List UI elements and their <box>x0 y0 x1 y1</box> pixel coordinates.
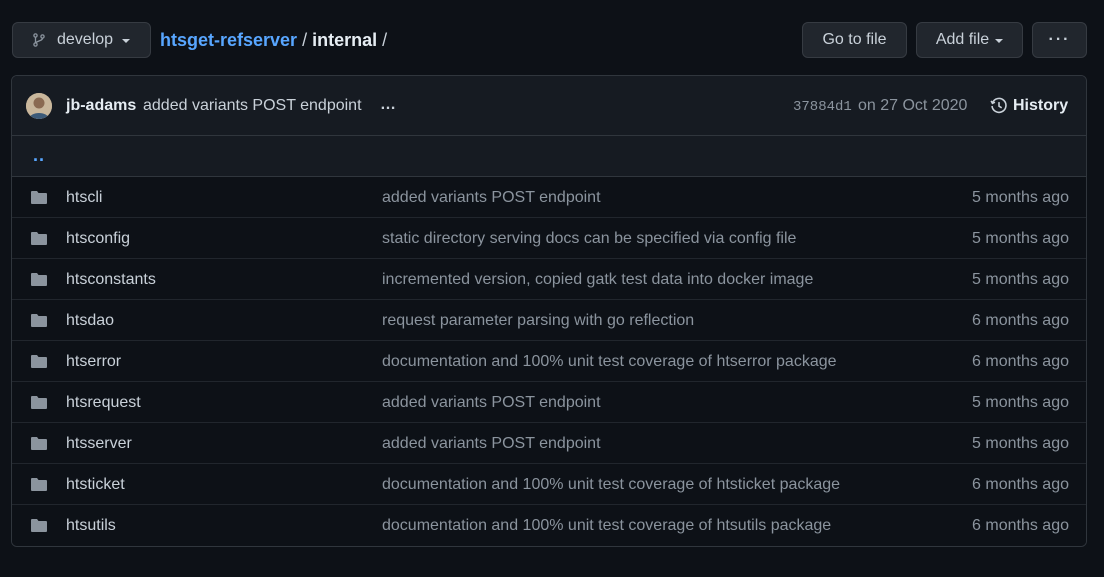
commit-author-link[interactable]: jb-adams <box>66 97 136 115</box>
breadcrumb-current-dir: internal <box>312 29 378 50</box>
file-name-link[interactable]: htsutils <box>66 517 116 535</box>
file-commit-message-link[interactable]: static directory serving docs can be spe… <box>382 230 796 248</box>
file-list: htscli added variants POST endpoint 5 mont… <box>12 177 1086 546</box>
file-commit-message-link[interactable]: request parameter parsing with go reflec… <box>382 312 694 330</box>
add-file-button[interactable]: Add file <box>916 22 1023 58</box>
folder-icon <box>31 519 47 532</box>
file-commit-age: 5 months ago <box>972 435 1069 452</box>
add-file-label: Add file <box>935 31 990 48</box>
file-browser: jb-adams added variants POST endpoint … … <box>11 75 1087 547</box>
file-name-link[interactable]: htsticket <box>66 476 125 494</box>
history-icon <box>990 97 1007 114</box>
commit-date: on 27 Oct 2020 <box>858 97 968 114</box>
more-options-button[interactable]: ··· <box>1032 22 1087 58</box>
folder-icon <box>31 232 47 245</box>
commit-sha-link[interactable]: 37884d1 <box>793 99 852 115</box>
breadcrumb-separator: / <box>302 29 308 50</box>
file-row[interactable]: htsconfig static directory serving docs c… <box>12 218 1086 259</box>
file-commit-message-link[interactable]: added variants POST endpoint <box>382 189 601 207</box>
file-commit-age: 6 months ago <box>972 353 1069 370</box>
avatar[interactable] <box>26 93 52 119</box>
file-commit-age: 6 months ago <box>972 517 1069 534</box>
file-name-link[interactable]: htsconstants <box>66 271 156 289</box>
avatar-image-icon <box>26 93 52 119</box>
git-branch-icon <box>33 33 45 47</box>
file-commit-message-link[interactable]: documentation and 100% unit test coverag… <box>382 517 831 535</box>
kebab-horizontal-icon: ··· <box>1048 31 1071 48</box>
file-commit-message-link[interactable]: documentation and 100% unit test coverag… <box>382 476 840 494</box>
folder-icon <box>31 478 47 491</box>
file-commit-age: 5 months ago <box>972 230 1069 247</box>
file-commit-age: 5 months ago <box>972 394 1069 411</box>
file-commit-message-link[interactable]: added variants POST endpoint <box>382 394 601 412</box>
folder-icon <box>31 191 47 204</box>
file-row[interactable]: htsrequest added variants POST endpoint 5 … <box>12 382 1086 423</box>
parent-directory-row[interactable]: .. <box>12 136 1086 177</box>
file-name-link[interactable]: htsrequest <box>66 394 141 412</box>
file-commit-message-link[interactable]: documentation and 100% unit test coverag… <box>382 353 837 371</box>
folder-icon <box>31 355 47 368</box>
breadcrumb: htsget-refserver / internal / <box>160 22 392 58</box>
file-name-link[interactable]: htsserver <box>66 435 132 453</box>
file-row[interactable]: htsdao request parameter parsing with go … <box>12 300 1086 341</box>
folder-icon <box>31 273 47 286</box>
commit-expand-button[interactable]: … <box>380 96 396 114</box>
commit-message-link[interactable]: added variants POST endpoint <box>143 97 362 115</box>
file-row[interactable]: htserror documentation and 100% unit test… <box>12 341 1086 382</box>
latest-commit-bar: jb-adams added variants POST endpoint … … <box>12 76 1086 136</box>
parent-directory-link[interactable]: .. <box>33 145 45 166</box>
top-toolbar: develop htsget-refserver / internal / Go… <box>12 22 1092 58</box>
file-row[interactable]: htscli added variants POST endpoint 5 mont… <box>12 177 1086 218</box>
chevron-down-icon <box>995 39 1004 43</box>
file-row[interactable]: htsserver added variants POST endpoint 5 m… <box>12 423 1086 464</box>
chevron-down-icon <box>122 39 131 43</box>
folder-icon <box>31 396 47 409</box>
file-commit-age: 5 months ago <box>972 189 1069 206</box>
file-name-link[interactable]: htsconfig <box>66 230 130 248</box>
branch-label: develop <box>57 31 114 48</box>
folder-icon <box>31 437 47 450</box>
file-commit-message-link[interactable]: added variants POST endpoint <box>382 435 601 453</box>
file-commit-age: 5 months ago <box>972 271 1069 288</box>
file-name-link[interactable]: htserror <box>66 353 121 371</box>
file-commit-message-link[interactable]: incremented version, copied gatk test da… <box>382 271 813 289</box>
branch-select-button[interactable]: develop <box>12 22 151 58</box>
file-commit-age: 6 months ago <box>972 312 1069 329</box>
file-row[interactable]: htsconstants incremented version, copied … <box>12 259 1086 300</box>
history-link[interactable]: History <box>990 97 1068 115</box>
breadcrumb-trailing-separator: / <box>382 29 388 50</box>
go-to-file-label: Go to file <box>822 31 887 48</box>
go-to-file-button[interactable]: Go to file <box>802 22 907 58</box>
history-label: History <box>1013 97 1069 114</box>
file-name-link[interactable]: htscli <box>66 189 102 207</box>
folder-icon <box>31 314 47 327</box>
file-row[interactable]: htsticket documentation and 100% unit tes… <box>12 464 1086 505</box>
breadcrumb-repo-link[interactable]: htsget-refserver <box>160 30 297 51</box>
file-row[interactable]: htsutils documentation and 100% unit test… <box>12 505 1086 546</box>
file-name-link[interactable]: htsdao <box>66 312 114 330</box>
file-commit-age: 6 months ago <box>972 476 1069 493</box>
